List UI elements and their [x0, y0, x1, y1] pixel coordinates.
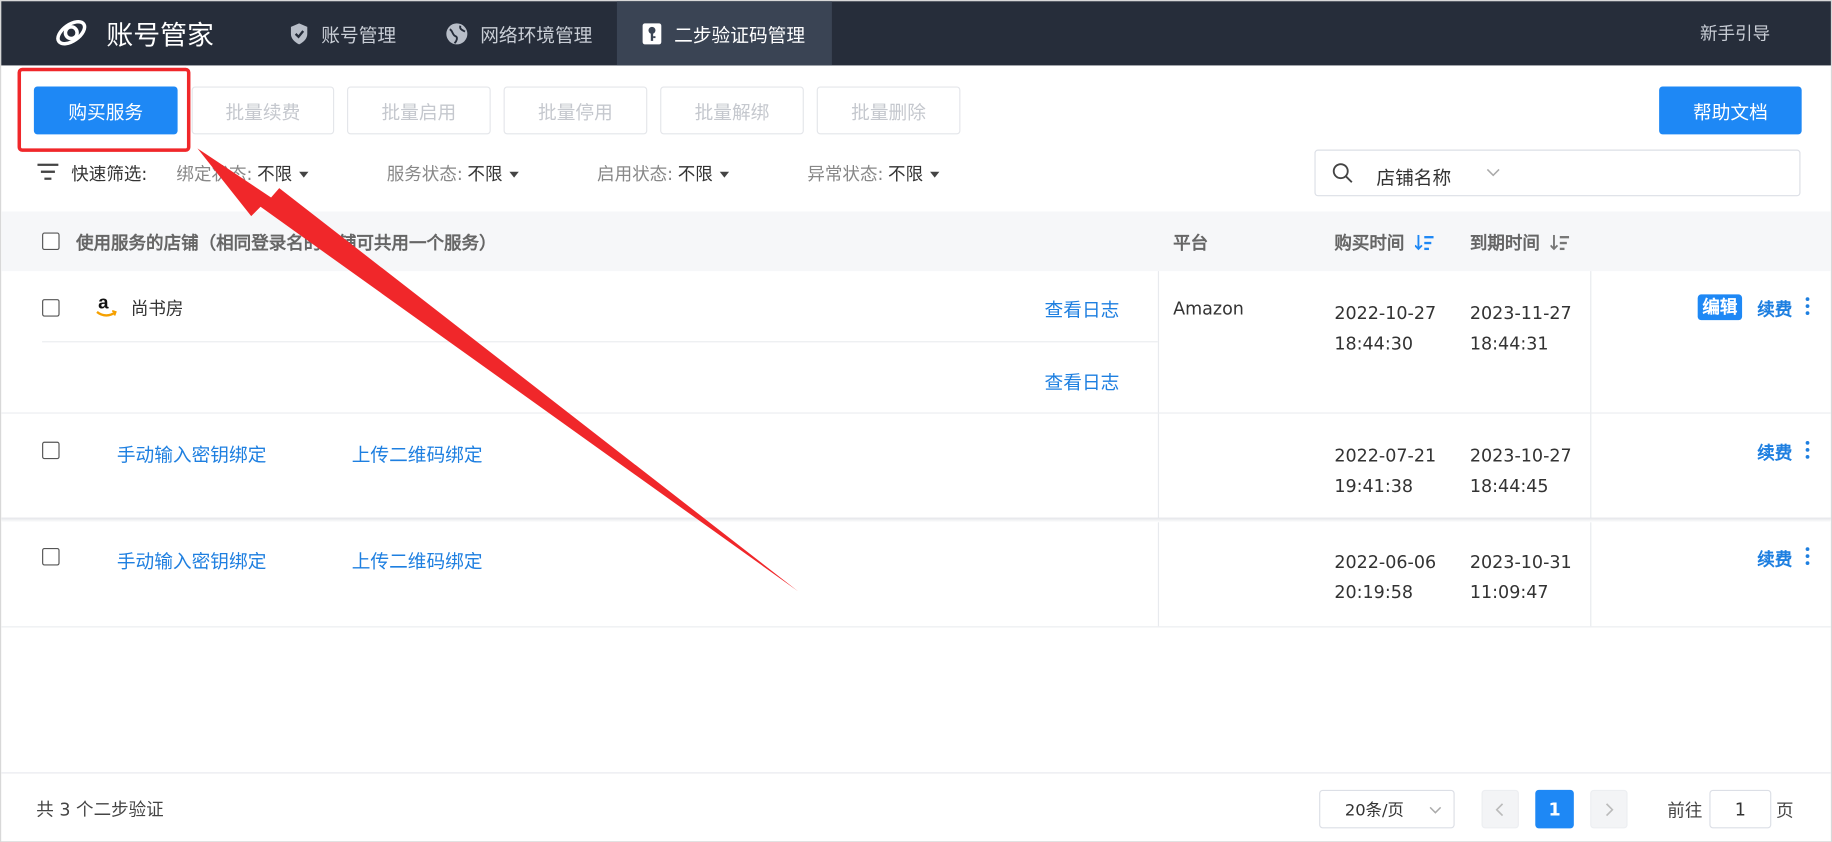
app-window: 账号管家 账号管理 网络环境管理 二步验证码管理 新手引导 购买服务 批量续费 … [0, 0, 1832, 842]
annotation-arrow-icon [197, 148, 799, 592]
